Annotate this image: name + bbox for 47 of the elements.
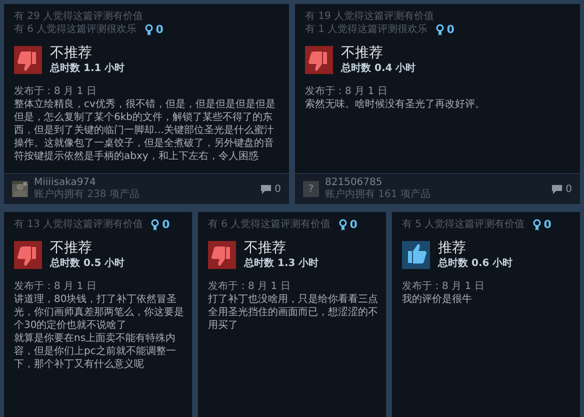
review-text: 我的评价是很牛 [402, 293, 473, 306]
award-icon[interactable] [151, 218, 160, 230]
award-count: 0 [446, 23, 454, 36]
review-text: 打了补丁也没啥用，只是给你看看三点全用圣光挡住的画面而已，想涩涩的不用买了 [208, 293, 378, 332]
verdict-title: 推荐 [438, 240, 467, 256]
helpful-count: 有 13 人觉得这篇评测有价值 [14, 218, 144, 231]
comment-icon[interactable] [550, 184, 563, 194]
review-text: 索然无味。啥时候没有圣光了再改好评。 [305, 98, 486, 111]
verdict-title: 不推荐 [50, 240, 93, 256]
comment-icon[interactable] [260, 184, 272, 194]
posted-date: 发布于：8 月 1 日 [402, 280, 486, 293]
playtime: 总时数 1.3 小时 [244, 256, 319, 270]
author-name[interactable]: 821506785 [325, 177, 545, 189]
playtime: 总时数 0.4 小时 [341, 62, 416, 75]
comment-count: 0 [274, 184, 281, 194]
posted-date: 发布于：8 月 1 日 [305, 85, 388, 98]
posted-date: 发布于：8 月 1 日 [14, 280, 98, 293]
playtime: 总时数 0.5 小时 [50, 256, 125, 270]
funny-count: 有 6 人觉得这篇评测很欢乐 [14, 23, 137, 36]
playtime: 总时数 1.1 小时 [50, 62, 125, 75]
posted-date: 发布于：8 月 1 日 [14, 85, 98, 98]
award-icon[interactable] [338, 218, 347, 230]
product-count: 账户内拥有 161 项产品 [325, 189, 432, 201]
award-icon[interactable] [436, 24, 444, 36]
award-count: 0 [350, 218, 358, 231]
award-count: 0 [162, 218, 170, 231]
award-icon[interactable] [144, 24, 153, 36]
review-text: 讲道理，80块钱，打了补丁依然冒圣光，你们画师真差那两笔么，你这要是个30的定价也就不说啥了 [14, 293, 184, 332]
helpful-count: 有 19 人觉得这篇评测有价值 [305, 10, 436, 23]
author-name[interactable]: Miiiisaka974 [34, 177, 254, 189]
helpful-count: 有 29 人觉得这篇评测有价值 [14, 10, 144, 23]
verdict-title: 不推荐 [341, 45, 384, 61]
comment-count: 0 [566, 184, 572, 194]
product-count: 账户内拥有 238 项产品 [34, 189, 140, 201]
award-icon[interactable] [532, 218, 541, 230]
verdict-title: 不推荐 [244, 240, 287, 256]
helpful-count: 有 6 人觉得这篇评测有价值 [208, 218, 331, 231]
posted-date: 发布于：8 月 1 日 [208, 280, 292, 293]
funny-count: 有 1 人觉得这篇评测很欢乐 [305, 23, 428, 36]
award-count: 0 [156, 23, 164, 36]
avatar[interactable]: ? [303, 181, 319, 197]
award-count: 0 [544, 218, 552, 231]
review-text: 就算是你要在ns上面卖不能有特殊内容，但是你们上pc之前就不能调整一下，那个补丁又有什么意义呢 [14, 332, 177, 371]
verdict-title: 不推荐 [50, 45, 93, 61]
review-text: 整体立绘精良，cv优秀，很不错，但是，但是但是但是但是但是，怎么复制了某个6kb的文件，解锁了某些不得了的东西，但是到了关键的临门一脚却…关键部位圣光是什么蜜汁操作。这就像包了一桌饺子，但是全煮破了，另外键盘的音符按键提示依然是手柄的abxy，和上下左右，令人困惑 [14, 98, 276, 163]
helpful-count: 有 5 人觉得这篇评测有价值 [402, 218, 525, 231]
playtime: 总时数 0.6 小时 [438, 256, 513, 270]
